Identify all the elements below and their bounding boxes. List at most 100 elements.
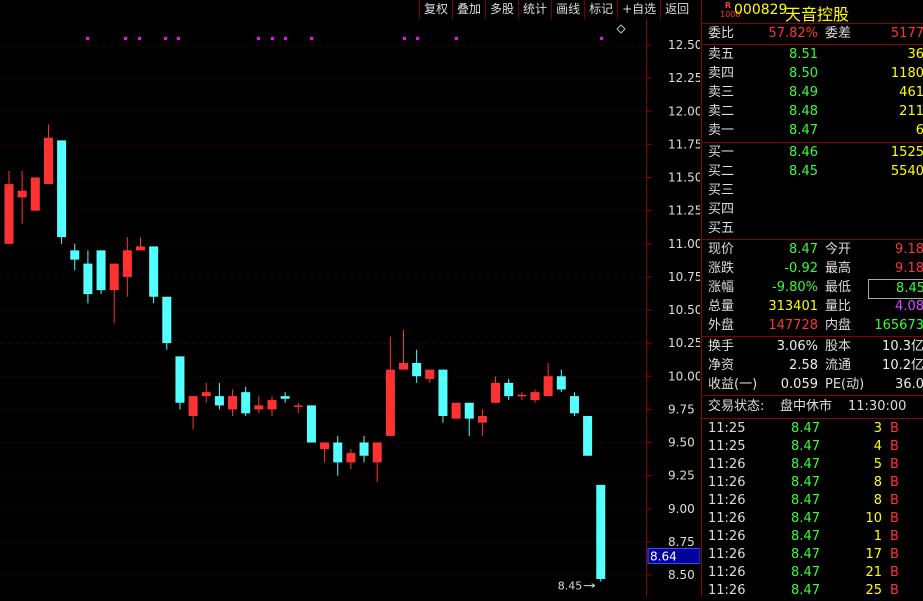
candle-up: [451, 402, 461, 419]
bid-row: 买五: [708, 220, 923, 238]
event-marker: [455, 37, 458, 40]
toolbar-button[interactable]: 返回: [660, 0, 693, 19]
ask-row: 卖五 8.51 36: [708, 46, 923, 64]
candle-up: [530, 392, 540, 401]
quote-value: -9.80%: [772, 280, 818, 295]
candle-up: [399, 363, 408, 370]
quote-row: 涨幅 -9.80% 最低 8.45: [708, 279, 923, 299]
level-label: 买二: [708, 164, 735, 179]
level-label: 卖二: [708, 104, 735, 119]
toolbar-button[interactable]: 画线: [551, 0, 584, 19]
event-marker: [124, 37, 127, 40]
y-tick-label: 9.50: [668, 436, 695, 450]
event-marker: [271, 37, 274, 40]
candle-down: [241, 392, 251, 414]
y-tick-label: 11.25: [668, 204, 700, 218]
level-volume: 36: [907, 47, 923, 62]
toolbar-button[interactable]: 统计: [518, 0, 551, 19]
separator: [702, 44, 923, 45]
candle-up: [385, 369, 395, 436]
quote-value: 8.45: [868, 279, 923, 299]
low-annotation: 8.45: [558, 580, 583, 593]
quote-value: 9.18: [895, 261, 923, 276]
tick-volume: 25: [865, 583, 882, 598]
weicha-value: 5177: [890, 26, 923, 41]
event-marker: [416, 37, 419, 40]
y-tick-label: 10.25: [668, 336, 700, 350]
y-tick-label: 12.25: [668, 71, 700, 85]
level-label: 买五: [708, 221, 735, 236]
fund-value: 2.58: [789, 358, 818, 373]
level-price: 8.49: [789, 85, 818, 100]
y-tick-label: 11.50: [668, 171, 700, 185]
level-volume: 5540: [890, 164, 923, 179]
tick-side: B: [890, 547, 899, 562]
separator: [702, 418, 923, 419]
tick-time: 11:26: [708, 457, 746, 472]
kline-svg: 12.50 12.25 12.00 11.75 11.50 11.25 11.00 10.75…: [0, 19, 702, 597]
candle-down: [149, 246, 159, 297]
status-time: 11:30:00: [848, 399, 907, 414]
quote-label: 总量: [708, 299, 735, 314]
tick-volume: 17: [865, 547, 882, 562]
tick-side: B: [890, 565, 899, 580]
trade-status: 交易状态: 盘中休市 11:30:00: [708, 398, 923, 416]
fund-value: 3.06%: [776, 339, 818, 354]
candle-down: [70, 250, 80, 260]
level-label: 卖三: [708, 85, 735, 100]
level-price: 8.46: [789, 145, 818, 160]
quote-value: 165673: [874, 318, 923, 333]
level-price: 8.51: [789, 47, 818, 62]
weibi-label: 委比: [708, 26, 735, 41]
quote-label: 量比: [825, 299, 852, 314]
weicha-label: 委差: [825, 26, 852, 41]
event-marker: [257, 37, 260, 40]
toolbar-button[interactable]: 多股: [485, 0, 518, 19]
kline-chart[interactable]: 12.50 12.25 12.00 11.75 11.50 11.25 11.00 10.75…: [0, 19, 702, 597]
event-marker: [600, 37, 603, 40]
y-tick-label: 9.25: [668, 469, 695, 483]
candle-up: [254, 405, 264, 410]
level-volume: 461: [899, 85, 923, 100]
quote-row: 涨跌 -0.92 最高 9.18: [708, 260, 923, 278]
candle-up: [136, 246, 145, 251]
level-price: 8.45: [789, 164, 818, 179]
quote-value: -0.92: [784, 261, 818, 276]
tick-time: 11:25: [708, 439, 746, 454]
toolbar-button[interactable]: 叠加: [452, 0, 485, 19]
quote-label: 今开: [825, 242, 852, 257]
y-tick-label: 11.75: [668, 137, 700, 151]
candle-down: [280, 396, 290, 399]
fund-value: 10.2亿: [882, 358, 923, 373]
quote-panel: R 1000 000829 天音控股 委比 57.82% 委差 5177 卖五 8…: [701, 0, 923, 598]
candle-down: [569, 396, 579, 414]
separator: [702, 336, 923, 337]
candle-down: [438, 369, 448, 416]
toolbar-button[interactable]: 复权: [419, 0, 452, 19]
tick-price: 8.47: [791, 511, 820, 526]
status-value: 盘中休市: [780, 399, 833, 414]
level-volume: 6: [915, 123, 923, 138]
quote-row: 现价 8.47 今开 9.18: [708, 241, 923, 259]
fund-label: 净资: [708, 358, 735, 373]
tick-side: B: [890, 529, 899, 544]
quote-value: 313401: [768, 299, 818, 314]
candle-up: [491, 382, 501, 403]
fund-value: 0.059: [780, 377, 818, 392]
toolbar-button[interactable]: 标记: [584, 0, 617, 19]
tick-side: B: [890, 583, 899, 598]
level-volume: 211: [899, 104, 923, 119]
candle-up: [543, 376, 553, 397]
separator: [702, 239, 923, 240]
tick-price: 8.47: [791, 547, 820, 562]
fundamental-row: 换手 3.06% 股本 10.3亿: [708, 338, 923, 356]
candle-up: [17, 190, 27, 198]
quote-row: 外盘 147728 内盘 165673: [708, 317, 923, 335]
ask-row: 卖三 8.49 461: [708, 84, 923, 102]
toolbar-button[interactable]: +自选: [617, 0, 660, 19]
candle-down: [583, 416, 593, 456]
candle-up: [228, 396, 238, 410]
ask-row: 卖一 8.47 6: [708, 122, 923, 140]
stock-name: 天音控股: [785, 5, 850, 24]
quote-label: 涨幅: [708, 280, 735, 295]
